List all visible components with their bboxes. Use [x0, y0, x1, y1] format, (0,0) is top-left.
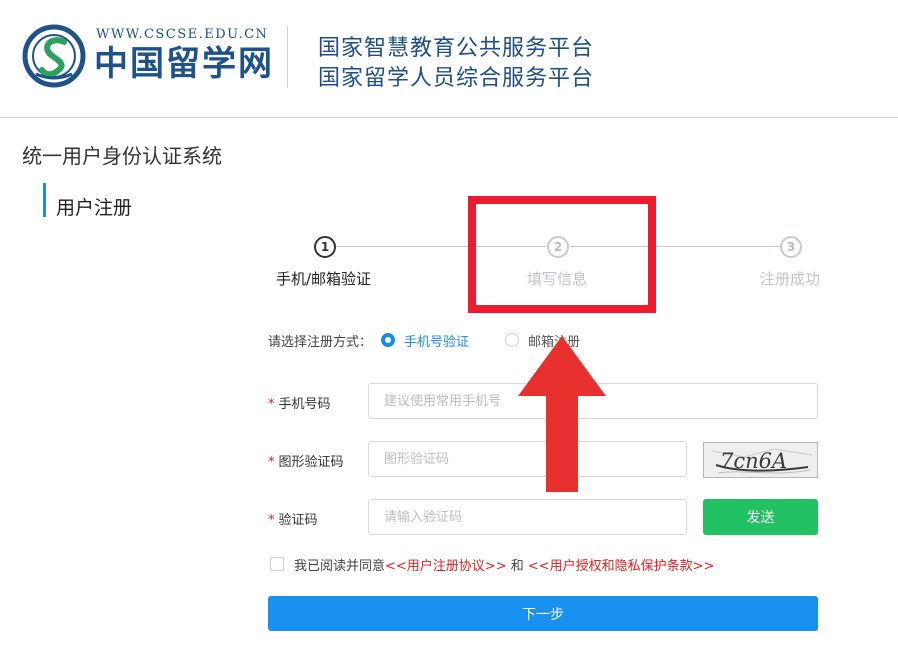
- section-accent-bar: [43, 183, 46, 217]
- step-3-label: 注册成功: [760, 270, 821, 288]
- agreement-text: 我已阅读并同意<<用户注册协议>> 和 <<用户授权和隐私保护条款>>: [294, 555, 714, 574]
- sms-code-label: * 验证码: [268, 509, 318, 528]
- required-mark: *: [268, 397, 275, 412]
- logo-chinese-text: 中国留学网: [94, 44, 274, 84]
- send-code-button[interactable]: 发送: [703, 499, 818, 535]
- image-code-label: * 图形验证码: [268, 451, 344, 470]
- platform-title-1: 国家智慧教育公共服务平台: [318, 36, 595, 61]
- radio-phone-label[interactable]: 手机号验证: [404, 331, 469, 350]
- privacy-policy-link[interactable]: <<用户授权和隐私保护条款>>: [528, 559, 715, 574]
- required-mark: *: [268, 455, 275, 470]
- next-step-button[interactable]: 下一步: [268, 596, 818, 631]
- required-mark: *: [268, 513, 275, 528]
- agreement-and: 和: [506, 559, 528, 574]
- site-header: WWW.CSCSE.EDU.CN 中国留学网 国家智慧教育公共服务平台 国家留学…: [0, 0, 898, 118]
- phone-label: * 手机号码: [268, 393, 331, 412]
- radio-phone[interactable]: [381, 333, 395, 347]
- user-agreement-link[interactable]: <<用户注册协议>>: [385, 559, 507, 574]
- sms-code-input[interactable]: [368, 499, 687, 535]
- red-arrow-icon: [518, 336, 606, 492]
- cscse-logo-icon: [22, 24, 86, 88]
- registration-method-label: 请选择注册方式：: [268, 335, 373, 350]
- agreement-checkbox[interactable]: [270, 557, 284, 571]
- logo-url-text: WWW.CSCSE.EDU.CN: [96, 27, 269, 42]
- captcha-image[interactable]: 7cn6A: [703, 442, 818, 478]
- step-1-label: 手机/邮箱验证: [276, 270, 372, 288]
- step-3-circle: 3: [780, 236, 802, 258]
- sms-code-label-text: 验证码: [278, 513, 318, 528]
- captcha-noise-icon: 7cn6A: [704, 443, 817, 477]
- system-title: 统一用户身份认证系统: [22, 144, 222, 168]
- section-title: 用户注册: [56, 197, 133, 219]
- step-1-circle: 1: [314, 236, 336, 258]
- phone-label-text: 手机号码: [278, 397, 331, 412]
- image-code-label-text: 图形验证码: [278, 455, 344, 470]
- platform-title-2: 国家留学人员综合服务平台: [318, 66, 595, 91]
- header-divider: [287, 26, 288, 88]
- agreement-prefix: 我已阅读并同意: [294, 559, 386, 574]
- highlight-box: [468, 196, 656, 313]
